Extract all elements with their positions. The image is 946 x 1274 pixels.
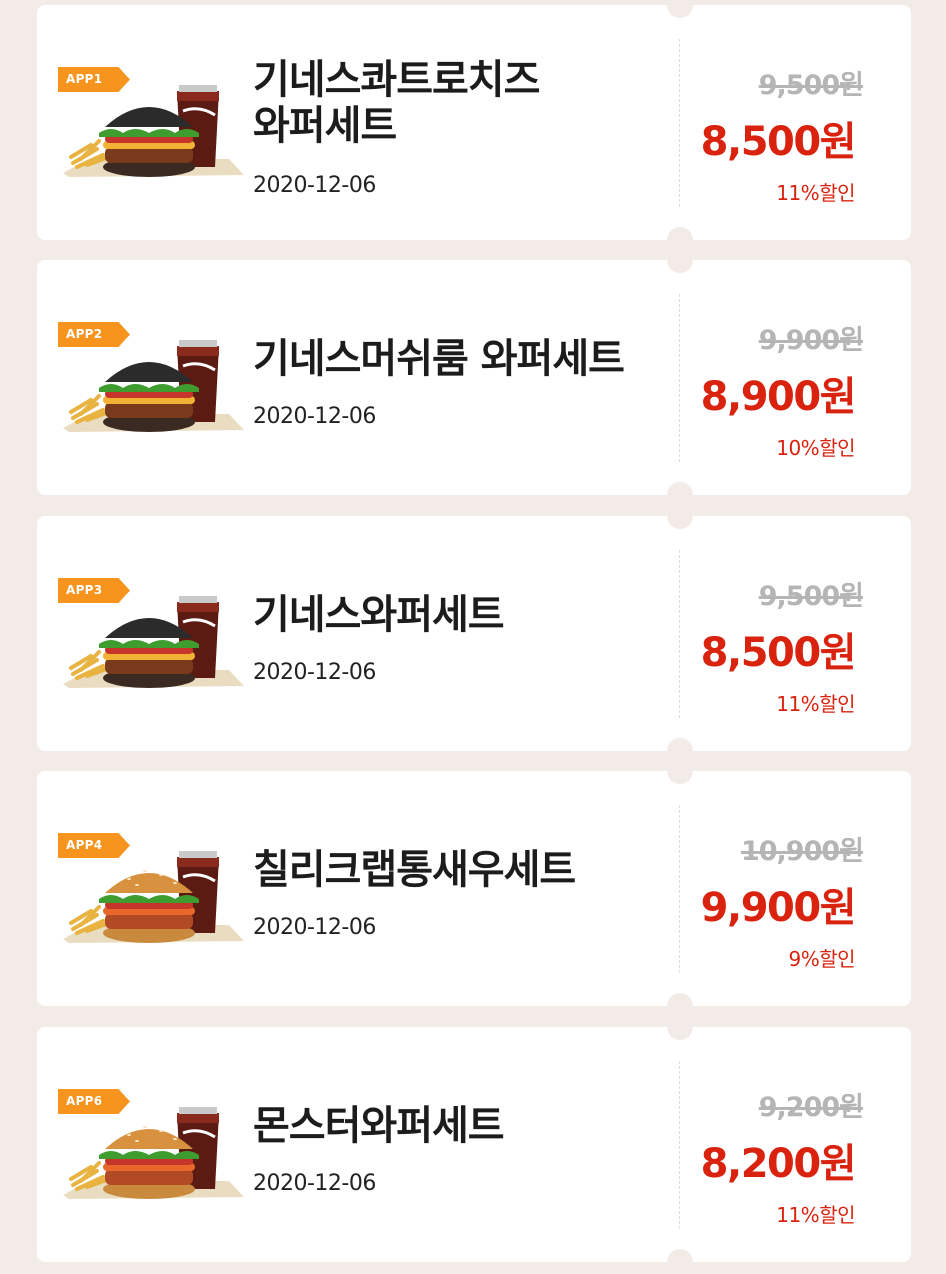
discount-rate: 11%할인 xyxy=(776,1203,855,1227)
app-tag: APP4 xyxy=(58,833,130,858)
coupon-date: 2020-12-06 xyxy=(253,173,376,198)
coupon-card[interactable]: APP2 기네스머쉬룸 와퍼세트 2020-12-06 9,900원 8,900… xyxy=(37,260,911,495)
coupon-title-line1: 몬스터와퍼세트 xyxy=(253,1103,505,1149)
ticket-notch xyxy=(667,1249,693,1262)
dashed-divider xyxy=(679,294,680,462)
coupon-date: 2020-12-06 xyxy=(253,404,376,429)
coupon-date: 2020-12-06 xyxy=(253,915,376,940)
original-price: 9,900원 xyxy=(758,325,864,356)
ticket-notch xyxy=(667,993,693,1006)
sale-price: 8,900원 xyxy=(700,374,857,420)
coupon-title-line1: 칠리크랩통새우세트 xyxy=(253,847,576,893)
coupon-title: 기네스콰트로치즈 와퍼세트 xyxy=(253,57,673,149)
ticket-notch xyxy=(667,738,693,751)
coupon-title-line1: 기네스와퍼세트 xyxy=(253,592,505,638)
coupon-card[interactable]: APP1 기네스콰트로치즈 와퍼세트 2020-12-06 9,500원 8,5… xyxy=(37,5,911,240)
original-price: 9,500원 xyxy=(758,70,864,101)
coupon-card[interactable]: APP3 기네스와퍼세트 2020-12-06 9,500원 8,500원 11… xyxy=(37,516,911,751)
dashed-divider xyxy=(679,1061,680,1229)
app-tag: APP6 xyxy=(58,1089,130,1114)
sale-price: 8,200원 xyxy=(700,1141,857,1187)
dashed-divider xyxy=(679,39,680,207)
coupon-title-line2: 와퍼세트 xyxy=(253,103,397,149)
discount-rate: 11%할인 xyxy=(776,181,855,205)
ticket-notch xyxy=(667,771,693,784)
sale-price: 8,500원 xyxy=(700,630,857,676)
coupon-title: 기네스머쉬룸 와퍼세트 xyxy=(253,336,673,382)
discount-rate: 11%할인 xyxy=(776,692,855,716)
ticket-notch xyxy=(667,482,693,495)
sale-price: 9,900원 xyxy=(700,885,857,931)
ticket-notch xyxy=(667,227,693,240)
coupon-title: 칠리크랩통새우세트 xyxy=(253,847,673,893)
coupon-card[interactable]: APP6 몬스터와퍼세트 2020-12-06 9,200원 8,200원 11… xyxy=(37,1027,911,1262)
dashed-divider xyxy=(679,805,680,973)
coupon-title: 기네스와퍼세트 xyxy=(253,592,673,638)
ticket-notch xyxy=(667,516,693,529)
ticket-notch xyxy=(667,260,693,273)
sale-price: 8,500원 xyxy=(700,119,857,165)
coupon-date: 2020-12-06 xyxy=(253,660,376,685)
discount-rate: 10%할인 xyxy=(776,436,855,460)
original-price: 9,200원 xyxy=(758,1092,864,1123)
ticket-notch xyxy=(667,1027,693,1040)
ticket-notch xyxy=(667,5,693,18)
coupon-title-line1: 기네스콰트로치즈 xyxy=(253,57,540,103)
coupon-title-line1: 기네스머쉬룸 와퍼세트 xyxy=(253,336,625,382)
coupon-title: 몬스터와퍼세트 xyxy=(253,1103,673,1149)
app-tag: APP1 xyxy=(58,67,130,92)
coupon-date: 2020-12-06 xyxy=(253,1171,376,1196)
coupon-card[interactable]: APP4 칠리크랩통새우세트 2020-12-06 10,900원 9,900원… xyxy=(37,771,911,1006)
app-tag: APP3 xyxy=(58,578,130,603)
original-price: 9,500원 xyxy=(758,581,864,612)
discount-rate: 9%할인 xyxy=(788,947,855,971)
dashed-divider xyxy=(679,550,680,718)
app-tag: APP2 xyxy=(58,322,130,347)
original-price: 10,900원 xyxy=(740,836,864,867)
